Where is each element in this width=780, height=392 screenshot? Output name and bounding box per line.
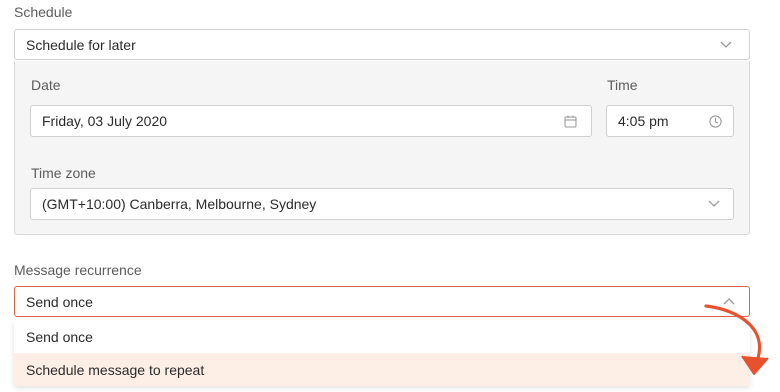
chevron-down-icon [719,40,733,50]
chevron-down-icon [707,199,721,209]
date-value: Friday, 03 July 2020 [42,113,168,129]
recurrence-selected-value: Send once [26,293,93,310]
schedule-selected-value: Schedule for later [26,36,136,53]
date-label: Date [31,77,61,93]
calendar-icon[interactable] [563,114,577,128]
option-schedule-repeat[interactable]: Schedule message to repeat [14,353,750,386]
schedule-label: Schedule [14,4,73,20]
timezone-selected-value: (GMT+10:00) Canberra, Melbourne, Sydney [42,196,317,212]
recurrence-dropdown-menu: Send once Schedule message to repeat [14,320,750,386]
timezone-label: Time zone [31,165,96,181]
schedule-select[interactable]: Schedule for later [14,29,750,60]
option-send-once[interactable]: Send once [14,320,750,353]
time-label: Time [607,77,638,93]
time-input[interactable]: 4:05 pm [606,105,734,137]
date-input[interactable]: Friday, 03 July 2020 [30,105,592,137]
timezone-select[interactable]: (GMT+10:00) Canberra, Melbourne, Sydney [30,188,734,220]
annotation-arrow-icon [704,304,769,375]
clock-icon[interactable] [708,114,722,128]
recurrence-select[interactable]: Send once [14,286,750,317]
recurrence-label: Message recurrence [14,262,142,278]
